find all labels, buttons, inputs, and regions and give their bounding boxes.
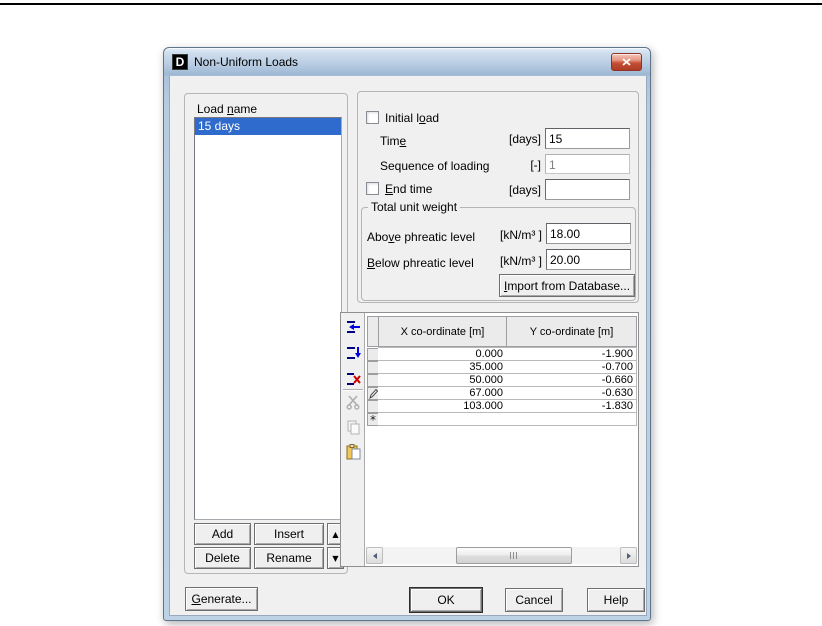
coordinates-grid: X co-ordinate [m] Y co-ordinate [m] 0.00…: [365, 313, 638, 566]
dialog-body: Load name 15 days Add Insert ▲ Delete Re…: [169, 76, 647, 616]
insert-row-button[interactable]: [344, 345, 362, 363]
y-cell[interactable]: -0.630: [506, 387, 637, 400]
initial-load-label: Initial load: [385, 111, 440, 125]
table-row-new: *: [367, 413, 637, 426]
copy-icon: [347, 420, 359, 435]
insert-button[interactable]: Insert: [254, 523, 324, 545]
end-time-checkbox[interactable]: [366, 182, 379, 195]
table-row: 0.000 -1.900: [367, 348, 637, 361]
y-cell[interactable]: -1.900: [506, 348, 637, 361]
cut-button[interactable]: [344, 394, 362, 412]
time-input[interactable]: [545, 128, 630, 149]
coordinates-panel: X co-ordinate [m] Y co-ordinate [m] 0.00…: [340, 312, 639, 567]
scroll-thumb[interactable]: [456, 547, 572, 564]
above-unit-label: [kN/m³ ]: [500, 228, 542, 242]
total-unit-weight-groupbox: Total unit weight Above phreatic level […: [361, 200, 636, 301]
window-title: Non-Uniform Loads: [194, 55, 299, 69]
load-name-groupbox: Load name 15 days Add Insert ▲ Delete Re…: [184, 93, 348, 574]
table-row: 50.000 -0.660: [367, 374, 637, 387]
cut-icon: [345, 395, 360, 410]
titlebar[interactable]: D Non-Uniform Loads: [164, 48, 650, 76]
x-cell[interactable]: 67.000: [378, 387, 507, 400]
total-unit-weight-title: Total unit weight: [368, 200, 461, 214]
y-column-header: Y co-ordinate [m]: [506, 316, 637, 347]
below-phreatic-input[interactable]: [546, 249, 631, 270]
end-time-label: End time: [385, 182, 433, 196]
copy-button[interactable]: [344, 419, 362, 437]
rename-button[interactable]: Rename: [254, 547, 324, 569]
y-cell[interactable]: -1.830: [506, 400, 637, 413]
up-arrow-icon: ▲: [332, 529, 339, 539]
import-from-database-button[interactable]: Import from Database...: [499, 274, 635, 297]
page-top-rule: [0, 3, 822, 5]
app-icon-letter: D: [175, 55, 185, 69]
load-name-list[interactable]: 15 days: [194, 117, 342, 520]
above-phreatic-input[interactable]: [546, 223, 631, 244]
delete-row-icon: [346, 373, 361, 385]
scroll-right-button[interactable]: [620, 547, 637, 564]
cancel-button[interactable]: Cancel: [505, 588, 563, 612]
scroll-left-button[interactable]: [366, 547, 383, 564]
paste-icon: [346, 444, 360, 460]
down-arrow-icon: ▼: [332, 553, 339, 563]
x-cell[interactable]: 103.000: [378, 400, 507, 413]
time-label: Time: [380, 134, 407, 148]
sequence-of-loading-input: [545, 154, 630, 174]
time-unit-label: [days]: [508, 132, 541, 146]
delete-row-button[interactable]: [344, 371, 362, 389]
delete-button[interactable]: Delete: [194, 547, 251, 569]
grid-toolbar: [341, 313, 365, 566]
horizontal-scrollbar[interactable]: [366, 547, 637, 564]
sequence-unit-label: [-]: [530, 158, 541, 172]
end-time-input[interactable]: [545, 179, 630, 200]
new-row-icon: *: [370, 412, 376, 427]
y-cell[interactable]: -0.700: [506, 361, 637, 374]
non-uniform-loads-dialog: D Non-Uniform Loads Load name 15 days Ad…: [163, 47, 651, 621]
edit-pencil-icon: [368, 388, 378, 399]
help-button[interactable]: Help: [587, 588, 645, 612]
x-cell[interactable]: 0.000: [378, 348, 507, 361]
x-column-header: X co-ordinate [m]: [378, 316, 507, 347]
load-name-label: Load name: [197, 102, 258, 116]
generate-button[interactable]: Generate...: [185, 587, 258, 611]
y-cell[interactable]: -0.660: [506, 374, 637, 387]
initial-load-checkbox[interactable]: [366, 111, 379, 124]
below-unit-label: [kN/m³ ]: [500, 254, 542, 268]
x-cell[interactable]: [378, 413, 507, 426]
table-row: 67.000 -0.630: [367, 387, 637, 400]
toolbar-separator: [343, 389, 363, 391]
add-button[interactable]: Add: [194, 523, 251, 545]
paste-button[interactable]: [344, 443, 362, 461]
list-item-load[interactable]: 15 days: [195, 118, 341, 135]
scroll-right-icon: [626, 552, 631, 559]
x-cell[interactable]: 35.000: [378, 361, 507, 374]
close-icon: [622, 58, 631, 66]
add-row-button[interactable]: [344, 319, 362, 337]
app-icon: D: [172, 54, 188, 70]
y-cell[interactable]: [506, 413, 637, 426]
table-row: 103.000 -1.830: [367, 400, 637, 413]
ok-button[interactable]: OK: [410, 588, 482, 612]
close-button[interactable]: [611, 53, 642, 71]
add-row-icon: [346, 321, 360, 333]
end-time-unit-label: [days]: [508, 183, 541, 197]
scroll-grip-icon: [509, 552, 519, 559]
table-row: 35.000 -0.700: [367, 361, 637, 374]
insert-row-icon: [346, 347, 361, 359]
scroll-left-icon: [372, 552, 377, 559]
load-parameters-groupbox: Initial load Time [days] Sequence of loa…: [357, 91, 639, 303]
x-cell[interactable]: 50.000: [378, 374, 507, 387]
